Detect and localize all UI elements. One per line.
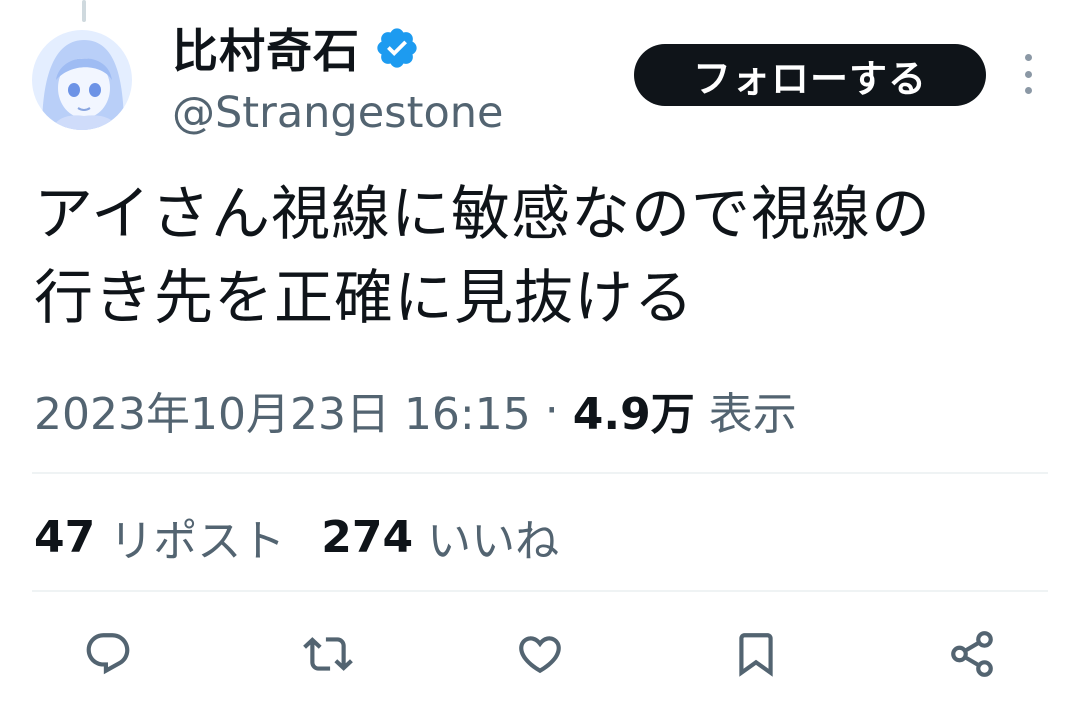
author-handle[interactable]: @Strangestone: [172, 88, 503, 138]
views-count: 4.9万: [572, 389, 695, 440]
likes-count: 274: [321, 511, 414, 563]
likes-stat[interactable]: 274 いいね: [321, 505, 559, 569]
meta-separator: ·: [544, 384, 559, 436]
author-name-row: 比村奇石: [172, 16, 420, 80]
bookmark-button[interactable]: [724, 622, 788, 686]
follow-button[interactable]: フォローする: [634, 44, 986, 106]
tweet-timestamp[interactable]: 2023年10月23日 16:15: [34, 378, 531, 442]
engagement-stats: 47 リポスト 274 いいね: [34, 505, 559, 569]
verified-badge-icon: [377, 28, 417, 68]
tweet-text: アイさん視線に敏感なので視線の 行き先を正確に見抜ける: [34, 172, 1044, 340]
likes-label: いいね: [427, 516, 560, 567]
more-dot: [1024, 54, 1032, 61]
bookmark-icon: [739, 633, 773, 677]
more-dot: [1024, 70, 1032, 78]
thread-connector-line: [82, 0, 86, 22]
more-options-icon[interactable]: [1016, 54, 1040, 94]
reply-button[interactable]: [76, 622, 140, 686]
like-icon: [519, 636, 561, 674]
repost-icon: [303, 637, 353, 671]
reposts-label: リポスト: [109, 516, 286, 567]
share-button[interactable]: [940, 622, 1004, 686]
author-display-name[interactable]: 比村奇石: [172, 15, 360, 81]
divider: [32, 472, 1048, 474]
reposts-count: 47: [34, 511, 96, 563]
more-dot: [1024, 87, 1032, 94]
repost-button[interactable]: [296, 622, 360, 686]
reply-icon: [86, 633, 130, 675]
divider: [32, 590, 1048, 592]
views-label: 表示: [708, 389, 797, 440]
tweet-meta: 2023年10月23日 16:15 · 4.9万 表示: [34, 378, 797, 442]
share-icon: [951, 631, 993, 677]
tweet-action-bar: [0, 622, 1080, 686]
reposts-stat[interactable]: 47 リポスト: [34, 505, 285, 569]
tweet-text-line: アイさん視線に敏感なので視線の: [34, 179, 932, 248]
avatar-illustration: [32, 30, 132, 130]
like-button[interactable]: [508, 622, 572, 686]
avatar[interactable]: [32, 30, 132, 130]
tweet-text-line: 行き先を正確に見抜ける: [34, 263, 695, 332]
